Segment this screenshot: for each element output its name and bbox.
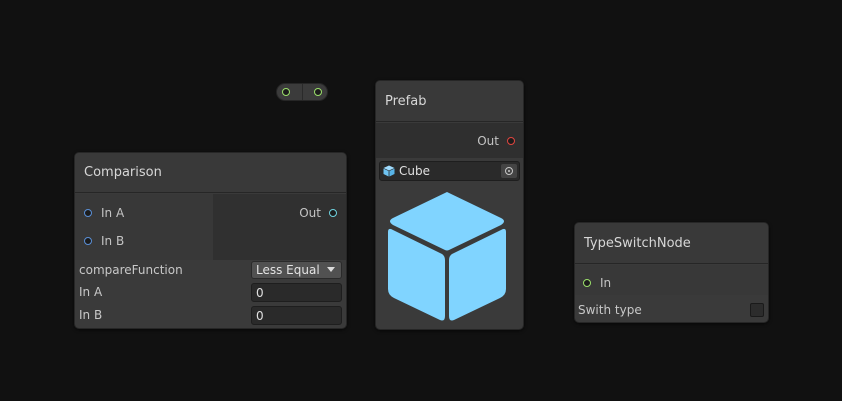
port-connector[interactable] bbox=[583, 279, 591, 287]
input-port-in-a[interactable]: In A bbox=[84, 206, 124, 220]
port-connector[interactable] bbox=[84, 209, 92, 217]
comparison-node-title[interactable]: Comparison bbox=[75, 153, 346, 193]
type-switch-node[interactable]: TypeSwitchNode In Swith type bbox=[574, 222, 769, 323]
compare-function-label: compareFunction bbox=[79, 263, 183, 277]
node-title-text: TypeSwitchNode bbox=[584, 235, 691, 251]
cube-preview-icon bbox=[388, 192, 506, 321]
comparison-input-area bbox=[75, 194, 213, 260]
in-b-value: 0 bbox=[256, 308, 264, 323]
comparison-output-area bbox=[213, 194, 346, 260]
port-label: In A bbox=[101, 206, 125, 220]
port-connector[interactable] bbox=[84, 237, 92, 245]
node-title-text: Comparison bbox=[84, 165, 162, 180]
relay-node[interactable] bbox=[276, 83, 328, 101]
graph-canvas[interactable]: Comparison In A In B Out compareFunction… bbox=[0, 0, 842, 401]
in-a-field-label: In A bbox=[79, 285, 103, 299]
relay-output-port[interactable] bbox=[314, 88, 322, 96]
in-a-value: 0 bbox=[256, 285, 264, 300]
object-picker-button[interactable] bbox=[501, 164, 517, 178]
input-port-in-b[interactable]: In B bbox=[84, 234, 124, 248]
cube-icon bbox=[383, 165, 395, 177]
relay-divider bbox=[302, 84, 303, 100]
in-b-field-label: In B bbox=[79, 308, 103, 322]
comparison-node[interactable]: Comparison In A In B Out compareFunction… bbox=[74, 152, 347, 329]
swith-type-label: Swith type bbox=[578, 303, 642, 317]
in-b-input[interactable]: 0 bbox=[251, 306, 342, 325]
swith-type-checkbox[interactable] bbox=[750, 303, 764, 317]
port-connector[interactable] bbox=[329, 209, 337, 217]
chevron-down-icon bbox=[327, 267, 335, 272]
output-port-out[interactable]: Out bbox=[299, 206, 337, 220]
output-port-out[interactable]: Out bbox=[477, 134, 515, 148]
input-port-in[interactable]: In bbox=[583, 276, 611, 290]
prefab-node[interactable]: Prefab Out Cube bbox=[375, 80, 524, 330]
dropdown-value: Less Equal bbox=[256, 263, 320, 277]
port-connector[interactable] bbox=[507, 137, 515, 145]
prefab-object-field[interactable]: Cube bbox=[379, 161, 520, 181]
object-field-value: Cube bbox=[399, 164, 430, 178]
compare-function-dropdown[interactable]: Less Equal bbox=[251, 261, 342, 279]
port-label: In bbox=[600, 276, 612, 290]
node-title-text: Prefab bbox=[385, 93, 427, 109]
port-label: Out bbox=[477, 134, 499, 148]
relay-input-port[interactable] bbox=[282, 88, 290, 96]
in-a-input[interactable]: 0 bbox=[251, 283, 342, 302]
prefab-node-title[interactable]: Prefab bbox=[376, 81, 523, 122]
type-switch-node-title[interactable]: TypeSwitchNode bbox=[575, 223, 768, 264]
port-label: Out bbox=[299, 206, 321, 220]
port-label: In B bbox=[101, 234, 125, 248]
target-icon bbox=[505, 167, 513, 175]
